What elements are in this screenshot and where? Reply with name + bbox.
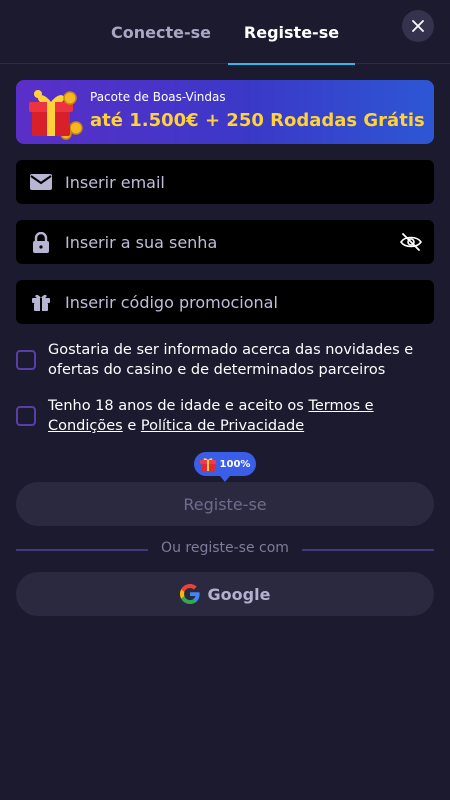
register-button-label: Registe-se: [183, 494, 267, 514]
tab-register-label: Registe-se: [243, 22, 340, 42]
terms-consent-row: Tenho 18 anos de idade e aceito os Termo…: [16, 396, 434, 436]
envelope-icon: [30, 171, 52, 193]
email-placeholder: Inserir email: [65, 172, 165, 192]
terms-consent-text: Tenho 18 anos de idade e aceito os Termo…: [48, 396, 434, 436]
privacy-policy-link[interactable]: Política de Privacidade: [141, 418, 304, 434]
password-field[interactable]: Inserir a sua senha: [16, 220, 434, 264]
bonus-percent-label: 100%: [219, 458, 251, 470]
marketing-consent-checkbox[interactable]: [16, 350, 36, 370]
gift-icon: [30, 291, 52, 313]
active-tab-indicator: [228, 63, 355, 65]
google-button-label: Google: [207, 584, 271, 604]
bonus-percent-badge: 100%: [194, 452, 256, 482]
promo-code-field[interactable]: Inserir código promocional: [16, 280, 434, 324]
google-icon: [179, 584, 200, 604]
auth-tabs: Conecte-se Registe-se: [0, 0, 450, 65]
register-button[interactable]: Registe-se: [16, 482, 434, 526]
close-icon: [412, 20, 424, 32]
tab-register[interactable]: Registe-se: [228, 0, 355, 65]
promo-code-placeholder: Inserir código promocional: [65, 292, 278, 312]
banner-headline: até 1.500€ + 250 Rodadas Grátis: [90, 110, 425, 131]
welcome-bonus-banner[interactable]: Pacote de Boas-Vindas até 1.500€ + 250 R…: [16, 80, 434, 144]
email-field[interactable]: Inserir email: [16, 160, 434, 204]
lock-icon: [30, 231, 52, 253]
banner-subtitle: Pacote de Boas-Vindas: [90, 90, 226, 104]
alt-register-divider-text: Ou registe-se com: [161, 540, 289, 556]
gift-icon: [29, 90, 83, 140]
google-register-button[interactable]: Google: [16, 572, 434, 616]
tab-login[interactable]: Conecte-se: [100, 0, 222, 64]
terms-consent-checkbox[interactable]: [16, 406, 36, 426]
marketing-consent-text: Gostaria de ser informado acerca das nov…: [48, 342, 414, 378]
conjunction: e: [122, 418, 141, 434]
gift-icon: [199, 458, 216, 471]
marketing-consent-row: Gostaria de ser informado acerca das nov…: [16, 340, 434, 380]
password-placeholder: Inserir a sua senha: [65, 232, 218, 252]
tab-login-label: Conecte-se: [111, 22, 211, 42]
age-statement: Tenho 18 anos de idade e aceito os: [48, 398, 309, 414]
eye-off-icon[interactable]: [400, 231, 422, 253]
close-button[interactable]: [402, 10, 434, 42]
